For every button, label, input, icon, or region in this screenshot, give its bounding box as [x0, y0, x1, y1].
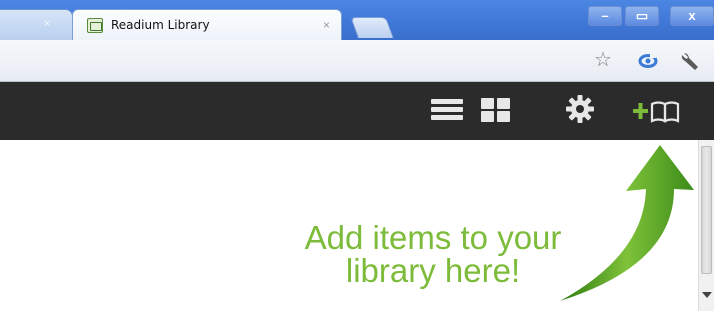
add-book-button[interactable] [630, 96, 710, 126]
readium-header-bar [0, 82, 714, 140]
close-window-button[interactable]: x [670, 6, 714, 26]
tab-readium-library[interactable]: Readium Library × [72, 9, 342, 40]
maximize-button[interactable]: ▭ [625, 6, 659, 26]
wrench-icon[interactable] [679, 50, 701, 72]
sync-icon[interactable] [637, 50, 659, 72]
browser-tab-strip: × Readium Library × – ▭ x [0, 0, 714, 40]
previous-tab-close-icon[interactable]: × [44, 18, 50, 30]
readium-favicon-icon [87, 18, 103, 33]
tab-title: Readium Library [111, 18, 210, 32]
hint-line-2: library here! [345, 252, 521, 289]
tab-close-icon[interactable]: × [323, 18, 330, 32]
bookmark-star-icon[interactable]: ☆ [594, 50, 616, 72]
grid-view-icon[interactable] [481, 96, 511, 122]
list-view-icon[interactable] [431, 96, 463, 122]
new-tab-button[interactable] [350, 17, 394, 38]
gear-icon[interactable] [565, 94, 595, 124]
hint-line-1: Add items to your [304, 219, 562, 256]
previous-tab[interactable] [0, 9, 84, 40]
add-items-hint: Add items to your library here! [268, 221, 598, 287]
browser-toolbar: ☆ [0, 40, 714, 82]
minimize-button[interactable]: – [588, 6, 622, 26]
